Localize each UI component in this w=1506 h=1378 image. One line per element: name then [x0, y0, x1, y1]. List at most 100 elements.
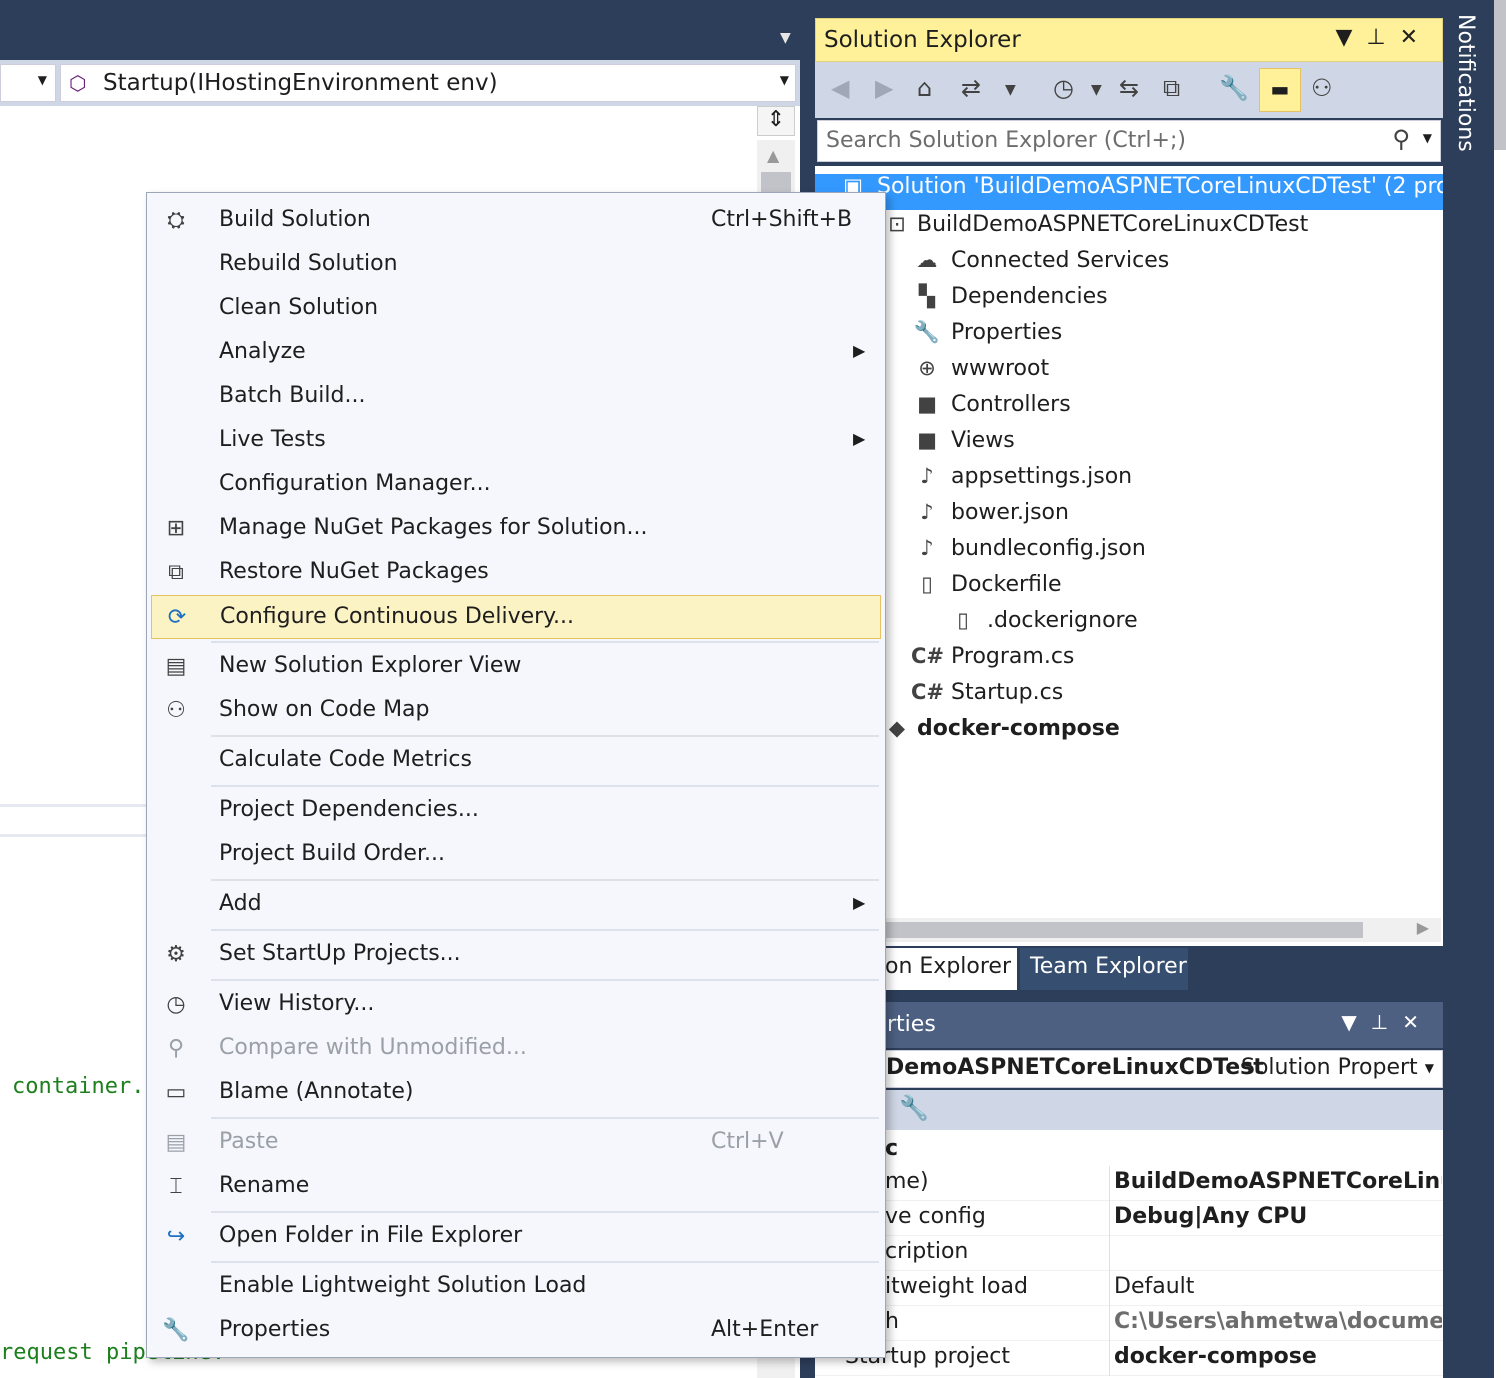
properties-grid[interactable]: c me) BuildDemoASPNETCoreLinux ve config D…	[815, 1130, 1443, 1378]
properties-object-dropdown[interactable]: DemoASPNETCoreLinuxCDTest Solution Prope…	[815, 1050, 1443, 1088]
menu-item-project-build-order[interactable]: Project Build Order...	[151, 833, 881, 877]
scroll-right-icon[interactable]: ▶	[1417, 918, 1429, 937]
paste-icon: ▤	[165, 1130, 187, 1155]
split-editor-button[interactable]: ⇕	[757, 106, 795, 136]
menu-item-properties[interactable]: 🔧 Properties Alt+Enter	[151, 1309, 881, 1353]
menu-item-rename[interactable]: ⌶ Rename	[151, 1165, 881, 1209]
tree-item[interactable]: C# Program.cs	[911, 644, 1074, 669]
menu-item-paste[interactable]: ▤ Paste Ctrl+V	[151, 1121, 881, 1165]
submenu-arrow-icon: ▶	[853, 893, 866, 912]
property-row[interactable]: me) BuildDemoASPNETCoreLinux	[815, 1166, 1443, 1201]
property-row[interactable]: cription	[815, 1236, 1443, 1271]
tree-horizontal-scrollbar[interactable]: ▶	[885, 918, 1441, 942]
tab-team-explorer[interactable]: Team Explorer	[1020, 948, 1188, 990]
menu-item-view-history[interactable]: ◷ View History...	[151, 983, 881, 1027]
properties-category: c	[885, 1136, 899, 1161]
close-icon[interactable]: ✕	[1402, 1010, 1433, 1034]
chevron-down-icon[interactable]: ▼	[1335, 25, 1366, 50]
search-placeholder: Search Solution Explorer (Ctrl+;)	[826, 128, 1186, 153]
menu-item-compare-with-unmodified[interactable]: ⚲ Compare with Unmodified...	[151, 1027, 881, 1071]
web-project-icon: ⊡	[888, 212, 906, 236]
tree-item-project[interactable]: ◆ docker-compose	[887, 716, 1120, 741]
type-dropdown[interactable]: ▼	[0, 64, 56, 102]
tab-solution-explorer[interactable]: on Explorer	[885, 948, 1017, 990]
menu-item-batch-build[interactable]: Batch Build...	[151, 375, 881, 419]
history-icon: ◷	[166, 992, 186, 1017]
search-input[interactable]: Search Solution Explorer (Ctrl+;) ⚲ ▼	[817, 120, 1441, 162]
comment-icon: ▭	[165, 1080, 187, 1105]
pending-changes-filter-icon[interactable]: ◷	[1053, 74, 1074, 102]
search-icon[interactable]: ⚲	[1392, 125, 1410, 153]
menu-item-calculate-code-metrics[interactable]: Calculate Code Metrics	[151, 739, 881, 783]
menu-item-open-folder-in-file-explorer[interactable]: ↪ Open Folder in File Explorer	[151, 1215, 881, 1259]
chevron-down-icon[interactable]: ▼	[1341, 1010, 1370, 1034]
solution-context-menu: ⛭ Build Solution Ctrl+Shift+B Rebuild Solu…	[146, 192, 886, 1358]
rename-icon: ⌶	[169, 1174, 183, 1199]
property-row[interactable]: Startup project docker-compose	[815, 1341, 1443, 1376]
notifications-strip	[1443, 0, 1494, 1378]
tree-item[interactable]: ▯ .dockerignore	[947, 608, 1137, 633]
menu-item-set-startup-projects[interactable]: ⚙ Set StartUp Projects...	[151, 933, 881, 977]
pin-icon[interactable]: ⊥	[1366, 25, 1399, 50]
menu-item-project-dependencies[interactable]: Project Dependencies...	[151, 789, 881, 833]
menu-item-restore-nuget[interactable]: ⧉ Restore NuGet Packages	[151, 551, 881, 595]
tab-overflow-dropdown-icon[interactable]: ▼	[780, 30, 791, 46]
switch-views-icon[interactable]: ⇄	[961, 74, 981, 102]
tree-item-solution[interactable]: ▣ Solution 'BuildDemoASPNETCoreLinuxCDTes…	[815, 174, 1456, 210]
tree-item[interactable]: C# Startup.cs	[911, 680, 1063, 705]
menu-item-live-tests[interactable]: Live Tests ▶	[151, 419, 881, 463]
pin-icon[interactable]: ⊥	[1371, 1010, 1402, 1034]
member-dropdown[interactable]: ⬡ Startup(IHostingEnvironment env) ▼	[60, 64, 796, 102]
tree-item[interactable]: 🔧 Properties	[911, 320, 1062, 345]
menu-item-analyze[interactable]: Analyze ▶	[151, 331, 881, 375]
json-icon: ♪	[920, 536, 934, 560]
scrollbar-thumb[interactable]	[885, 922, 1363, 938]
chevron-down-icon[interactable]: ▼	[1091, 82, 1102, 98]
tree-item[interactable]: ⊕ wwwroot	[911, 356, 1049, 381]
build-icon: ⛭	[167, 208, 185, 233]
home-icon[interactable]: ⌂	[917, 74, 932, 102]
tree-item[interactable]: ♪ bower.json	[911, 500, 1069, 525]
solution-tree[interactable]: ▣ Solution 'BuildDemoASPNETCoreLinuxCDTes…	[815, 166, 1456, 946]
menu-item-configuration-manager[interactable]: Configuration Manager...	[151, 463, 881, 507]
property-row[interactable]: itweight load Default	[815, 1271, 1443, 1306]
collapse-all-icon[interactable]: ⧉	[1163, 74, 1180, 102]
tree-item[interactable]: ■ Views	[911, 428, 1015, 453]
wrench-icon: 🔧	[162, 1318, 190, 1343]
tree-item[interactable]: ▚ Dependencies	[911, 284, 1108, 309]
preview-selected-items-button[interactable]: ▬	[1259, 68, 1301, 112]
folder-icon: ■	[917, 428, 937, 452]
property-row[interactable]: h C:\Users\ahmetwa\document	[815, 1306, 1443, 1341]
tree-item[interactable]: ▯ Dockerfile	[911, 572, 1061, 597]
menu-item-clean-solution[interactable]: Clean Solution	[151, 287, 881, 331]
tree-item[interactable]: ☁ Connected Services	[911, 248, 1170, 273]
wrench-icon[interactable]: 🔧	[899, 1094, 929, 1122]
property-row[interactable]: ve config Debug|Any CPU	[815, 1201, 1443, 1236]
back-icon[interactable]: ◀	[831, 74, 849, 102]
menu-item-blame-annotate[interactable]: ▭ Blame (Annotate)	[151, 1071, 881, 1115]
tree-item-project[interactable]: ⊡ BuildDemoASPNETCoreLinuxCDTest	[887, 212, 1308, 237]
sync-icon[interactable]: ⇆	[1119, 74, 1139, 102]
menu-item-show-on-code-map[interactable]: ⚇ Show on Code Map	[151, 689, 881, 733]
csharp-icon: C#	[911, 680, 945, 704]
chevron-down-icon[interactable]: ▼	[1423, 131, 1432, 145]
close-icon[interactable]: ✕	[1400, 25, 1432, 50]
menu-item-build-solution[interactable]: ⛭ Build Solution Ctrl+Shift+B	[151, 199, 881, 243]
notifications-tab[interactable]: Notifications	[1453, 14, 1478, 152]
chevron-down-icon[interactable]: ▼	[1005, 82, 1016, 98]
menu-item-add[interactable]: Add ▶	[151, 883, 881, 927]
tree-item[interactable]: ■ Controllers	[911, 392, 1071, 417]
editor-navigation-bar: ▼ ⬡ Startup(IHostingEnvironment env) ▼	[0, 60, 800, 106]
scroll-up-icon[interactable]: ▲	[767, 146, 779, 165]
code-map-icon[interactable]: ⚇	[1311, 74, 1333, 102]
menu-item-enable-lightweight-solution-load[interactable]: Enable Lightweight Solution Load	[151, 1265, 881, 1309]
wrench-icon[interactable]: 🔧	[1219, 74, 1249, 102]
tree-item[interactable]: ♪ appsettings.json	[911, 464, 1132, 489]
tree-item[interactable]: ♪ bundleconfig.json	[911, 536, 1145, 561]
gear-icon: ⚙	[166, 942, 186, 967]
menu-item-new-solution-explorer-view[interactable]: ▤ New Solution Explorer View	[151, 645, 881, 689]
menu-item-configure-continuous-delivery[interactable]: ⟳ Configure Continuous Delivery...	[151, 595, 881, 639]
forward-icon[interactable]: ▶	[875, 74, 893, 102]
menu-item-manage-nuget[interactable]: ⊞ Manage NuGet Packages for Solution...	[151, 507, 881, 551]
menu-item-rebuild-solution[interactable]: Rebuild Solution	[151, 243, 881, 287]
